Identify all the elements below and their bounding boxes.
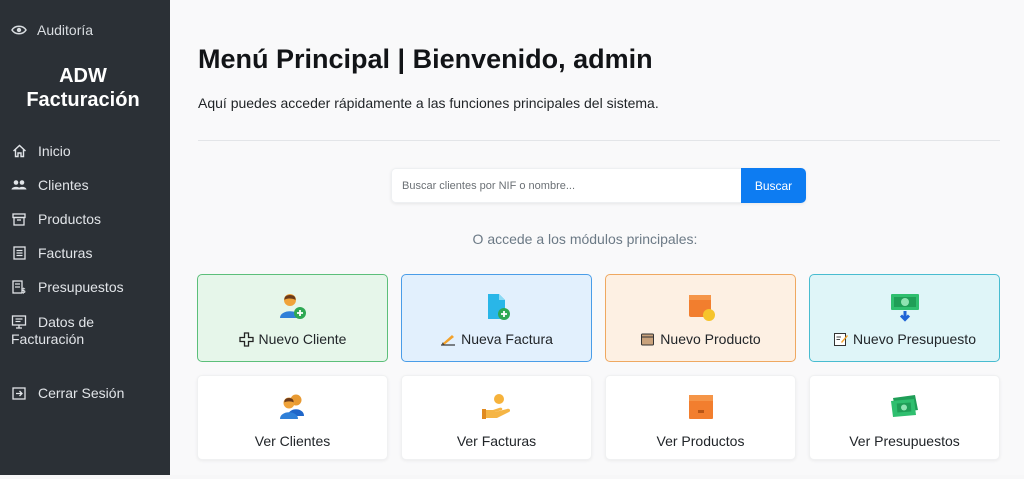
box-icon	[11, 211, 27, 227]
sidebar-item-inicio[interactable]: Inicio	[11, 143, 71, 159]
sidebar-item-label: Facturas	[38, 245, 93, 261]
add-document-icon	[482, 292, 512, 322]
package-icon	[686, 292, 716, 322]
sidebar-item-label: Presupuestos	[38, 279, 124, 295]
svg-text:$: $	[21, 287, 26, 294]
page-title: Menú Principal | Bienvenido, admin	[198, 44, 653, 74]
view-products-card[interactable]: Ver Productos	[605, 375, 796, 460]
sidebar: Auditoría ADW Facturación Inicio Cliente…	[0, 0, 170, 475]
money-icon	[889, 292, 921, 322]
view-clients-card[interactable]: Ver Clientes	[197, 375, 388, 460]
divider	[198, 140, 1000, 141]
card-label: Nueva Factura	[461, 331, 553, 347]
modules-label: O accede a los módulos principales:	[472, 231, 698, 247]
card-label: Ver Facturas	[456, 433, 537, 449]
billing-data-icon	[11, 315, 27, 329]
eye-icon	[11, 25, 27, 35]
sidebar-item-auditoria[interactable]: Auditoría	[11, 22, 93, 38]
search-input[interactable]	[391, 168, 741, 203]
card-label: Ver Productos	[656, 433, 745, 449]
view-invoices-card[interactable]: Ver Facturas	[401, 375, 592, 460]
sidebar-item-label: Auditoría	[37, 22, 94, 38]
new-budget-card[interactable]: Nuevo Presupuesto	[809, 274, 1000, 362]
brand-line-1: ADW	[59, 65, 107, 87]
new-product-card[interactable]: Nuevo Producto	[605, 274, 796, 362]
cross-icon	[238, 331, 254, 347]
sidebar-item-label: Inicio	[38, 143, 71, 159]
budget-icon: $	[11, 279, 27, 295]
sidebar-item-facturas[interactable]: Facturas	[11, 245, 92, 261]
search-button[interactable]: Buscar	[741, 168, 806, 203]
card-label: Nuevo Presupuesto	[853, 331, 976, 347]
view-budgets-card[interactable]: Ver Presupuestos	[809, 375, 1000, 460]
users-color-icon	[278, 392, 308, 422]
hand-money-icon	[481, 392, 513, 422]
card-label: Ver Clientes	[254, 433, 331, 449]
sidebar-item-label: Productos	[38, 211, 102, 227]
logout-icon	[11, 385, 27, 401]
home-icon	[11, 143, 27, 159]
sidebar-item-productos[interactable]: Productos	[11, 211, 101, 227]
new-invoice-card[interactable]: Nueva Factura	[401, 274, 592, 362]
package-icon	[686, 392, 716, 422]
brand-line-2: Facturación	[26, 89, 140, 111]
client-search: Buscar	[391, 168, 806, 203]
card-label: Nuevo Cliente	[258, 331, 347, 347]
sidebar-item-label: Clientes	[38, 177, 89, 193]
memo-icon	[833, 332, 849, 347]
new-client-card[interactable]: Nuevo Cliente	[197, 274, 388, 362]
sidebar-item-label: Cerrar Sesión	[38, 385, 125, 401]
add-user-icon	[278, 292, 308, 322]
sidebar-item-cerrar-sesion[interactable]: Cerrar Sesión	[11, 385, 124, 401]
page-subtitle: Aquí puedes acceder rápidamente a las fu…	[198, 95, 659, 111]
users-icon	[11, 177, 27, 193]
box-small-icon	[640, 332, 655, 347]
pen-icon	[440, 332, 456, 346]
sidebar-item-datos-facturacion[interactable]: Datos de Facturación	[11, 314, 161, 348]
sidebar-item-presupuestos[interactable]: $ Presupuestos	[11, 279, 124, 295]
brand-title: ADW Facturación	[0, 64, 166, 112]
card-label: Ver Presupuestos	[849, 433, 960, 449]
money-stack-icon	[889, 392, 921, 422]
sidebar-item-clientes[interactable]: Clientes	[11, 177, 89, 193]
card-label: Nuevo Producto	[660, 331, 761, 347]
invoice-icon	[11, 245, 27, 261]
main-content: Menú Principal | Bienvenido, admin Aquí …	[170, 0, 1024, 475]
